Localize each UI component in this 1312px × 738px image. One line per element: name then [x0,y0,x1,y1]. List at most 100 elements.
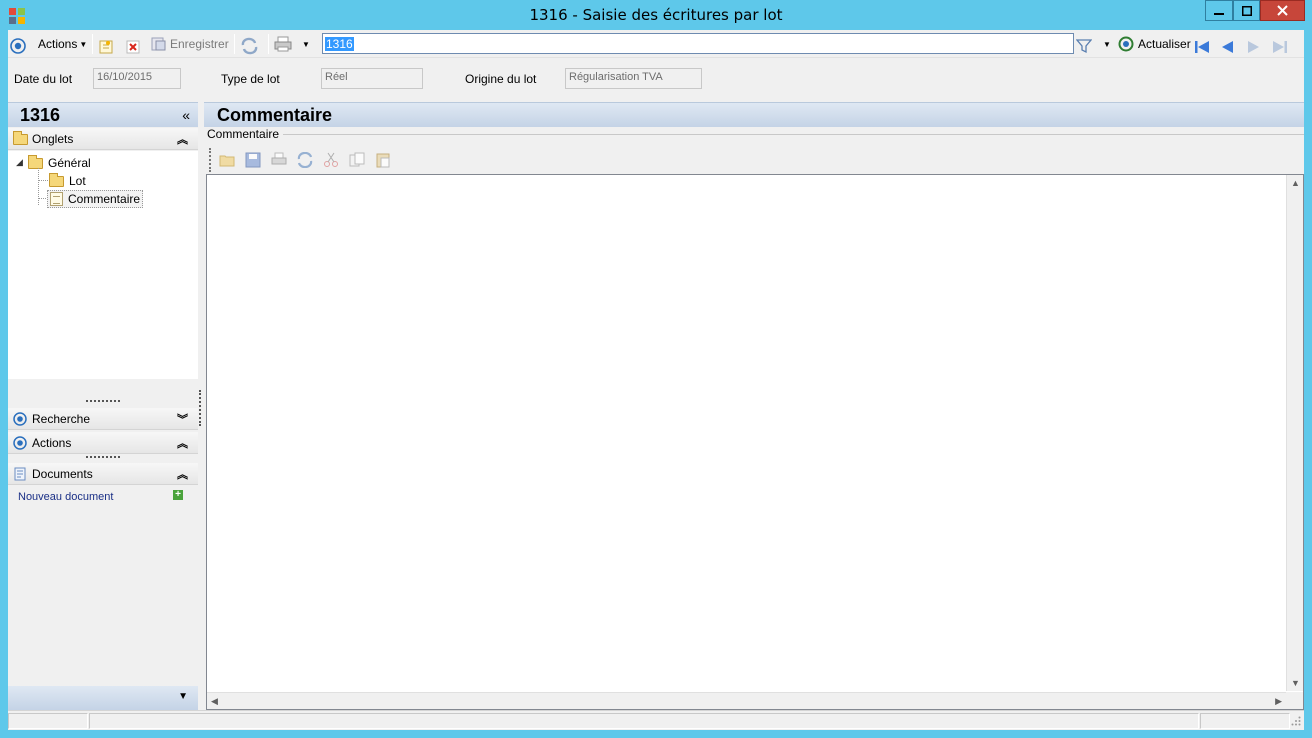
paste-icon[interactable] [375,152,391,168]
status-pane [89,713,1199,729]
tree-connector [38,168,39,205]
section-recherche[interactable]: Recherche ︾ [8,408,198,430]
search-target-icon [13,412,27,426]
maximize-icon [1241,5,1252,16]
refresh-icon [1118,36,1134,52]
chevron-up-double-icon[interactable]: ︽ [177,435,188,451]
section-splitter[interactable] [86,456,120,458]
actions-target-icon [10,38,26,54]
chevron-down-icon: ▼ [79,39,88,49]
cut-icon[interactable] [323,152,339,168]
toolbar-separator [268,34,269,54]
tree-node-general-label: Général [48,156,91,170]
origin-field[interactable]: Régularisation TVA [565,68,702,89]
status-pane [8,713,88,729]
actions-menu-button[interactable]: Actions ▼ [38,34,87,54]
window-title: 1316 - Saisie des écritures par lot [529,6,783,24]
actions-menu-label: Actions [38,37,78,51]
save-button-label: Enregistrer [170,37,229,51]
folder-icon [49,172,64,187]
tree-node-lot[interactable]: Lot [49,172,86,190]
origin-label: Origine du lot [465,72,537,86]
refresh-button[interactable]: Actualiser [1118,34,1191,54]
scrollbar-corner [1286,692,1303,709]
sync-icon[interactable] [241,36,258,56]
date-field[interactable]: 16/10/2015 [93,68,181,89]
save-icon[interactable] [245,152,261,168]
toolbar-grip[interactable] [209,148,211,172]
origin-value: Régularisation TVA [569,71,663,83]
section-actions-label: Actions [32,436,72,450]
actions-target-icon [13,436,27,450]
tree-connector [38,180,48,181]
minimize-button[interactable] [1205,0,1233,21]
chevron-up-double-icon[interactable]: ︽ [177,466,188,482]
vertical-scrollbar[interactable]: ▲ ▼ [1286,175,1303,691]
left-panel-header: 1316 « [8,102,198,127]
previous-record-icon[interactable] [1220,37,1234,57]
save-icon [151,37,166,51]
open-folder-icon[interactable] [219,152,235,168]
editor-toolbar [209,148,409,172]
printer-icon[interactable] [271,152,287,168]
scroll-right-icon[interactable]: ▶ [1275,696,1282,707]
chevron-down-icon: ▼ [302,39,310,49]
scroll-down-icon[interactable]: ▼ [1291,678,1300,688]
section-documents[interactable]: Documents ︽ [8,463,198,485]
group-divider [283,134,1304,135]
add-icon[interactable]: + [173,490,183,500]
collapse-panel-icon[interactable]: « [182,107,190,123]
section-actions[interactable]: Actions ︽ [8,432,198,454]
search-field[interactable]: 1316 [322,33,1074,54]
resize-grip-icon[interactable] [1291,716,1301,726]
section-onglets[interactable]: Onglets ︽ [8,128,198,150]
status-bar [8,710,1304,730]
chevron-up-double-icon[interactable]: ︽ [177,131,188,147]
date-value: 16/10/2015 [97,71,153,83]
section-splitter[interactable] [86,400,120,402]
chevron-down-icon[interactable]: ▼ [178,691,188,702]
print-menu-button[interactable]: ▼ [274,34,310,54]
printer-icon [274,36,292,52]
document-icon [50,192,63,206]
tree-node-commentaire-label: Commentaire [68,192,141,206]
date-label: Date du lot [14,72,73,86]
main-title: Commentaire [217,105,333,125]
main-header: Commentaire [204,102,1304,127]
save-button[interactable]: Enregistrer [151,34,229,54]
search-value: 1316 [325,37,354,51]
refresh-label: Actualiser [1138,37,1191,51]
type-label: Type de lot [221,72,280,86]
last-record-icon[interactable] [1272,37,1288,57]
toolbar-separator [234,34,235,54]
sync-icon[interactable] [297,152,313,168]
type-field[interactable]: Réel [321,68,423,89]
close-icon [1277,5,1288,16]
new-document-icon[interactable] [99,37,113,57]
scroll-up-icon[interactable]: ▲ [1291,178,1300,188]
copy-icon[interactable] [349,152,365,168]
new-document-link[interactable]: Nouveau document [18,491,113,503]
horizontal-scrollbar[interactable]: ◀ ▶ [207,692,1286,709]
tree-expand-icon[interactable]: ◢ [16,157,23,168]
title-bar[interactable]: 1316 - Saisie des écritures par lot [0,0,1312,30]
chevron-down-double-icon[interactable]: ︾ [177,411,188,427]
comment-editor[interactable]: ▲ ▼ ◀ ▶ [206,174,1304,710]
maximize-button[interactable] [1233,0,1260,21]
section-recherche-label: Recherche [32,412,91,426]
status-pane [1200,713,1290,729]
minimize-icon [1214,12,1224,15]
panel-splitter[interactable] [199,390,201,426]
filter-dropdown-chevron-icon[interactable]: ▼ [1103,34,1111,54]
delete-icon[interactable] [126,37,140,57]
scroll-left-icon[interactable]: ◀ [211,696,218,707]
documents-icon [14,467,26,481]
first-record-icon[interactable] [1194,37,1210,57]
close-button[interactable] [1260,0,1305,21]
left-navigation-panel: 1316 « Onglets ︽ ◢ Général Lot Commentai… [8,102,198,710]
filter-icon[interactable] [1076,36,1092,56]
tree-node-commentaire[interactable]: Commentaire [47,190,144,208]
folder-icon [13,131,28,146]
client-area: Actions ▼ Enregistrer ▼ 1316 ▼ Actualise… [8,30,1304,730]
next-record-icon[interactable] [1247,37,1261,57]
